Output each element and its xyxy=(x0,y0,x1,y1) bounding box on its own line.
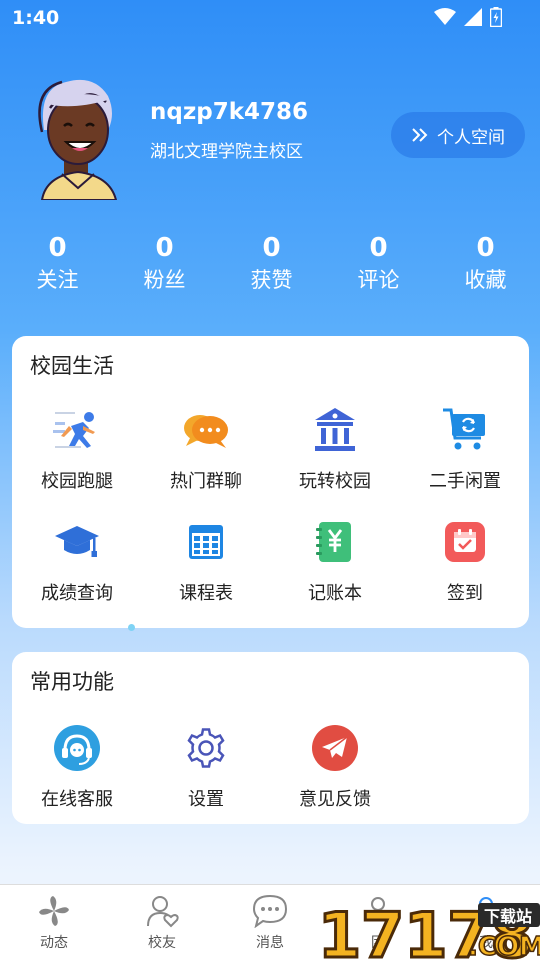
tab-messages[interactable]: 消息 xyxy=(230,893,310,952)
campus-life-title: 校园生活 xyxy=(30,354,114,378)
checkin-label: 签到 xyxy=(447,583,483,604)
stat-comments[interactable]: 0 评论 xyxy=(325,232,432,302)
common-functions-title: 常用功能 xyxy=(30,670,114,694)
site-watermark: 17178 下载站 .COM xyxy=(318,898,540,960)
shopping-cart-icon xyxy=(441,406,489,454)
timetable-item[interactable]: 课程表 xyxy=(141,518,271,605)
status-icons xyxy=(434,7,502,27)
pinwheel-icon xyxy=(14,893,94,929)
signal-icon xyxy=(464,8,482,26)
profile-header: nqzp7k4786 湖北文理学院主校区 个人空间 xyxy=(0,60,540,210)
tab-feed[interactable]: 动态 xyxy=(14,893,94,952)
stat-value: 0 xyxy=(369,233,388,263)
errand-item[interactable]: 校园跑腿 xyxy=(12,406,142,493)
explore-campus-item[interactable]: 玩转校园 xyxy=(270,406,400,493)
svg-text:下载站: 下载站 xyxy=(484,907,532,926)
stat-label: 收藏 xyxy=(464,268,507,292)
feedback-label: 意见反馈 xyxy=(299,789,371,810)
settings-item[interactable]: 设置 xyxy=(141,724,271,811)
hot-group-chat-item[interactable]: 热门群聊 xyxy=(141,406,271,493)
personal-space-button[interactable]: 个人空间 xyxy=(391,112,525,158)
stat-following[interactable]: 0 关注 xyxy=(4,232,111,302)
graduation-cap-icon xyxy=(53,518,101,566)
status-bar: 1:40 xyxy=(0,0,540,36)
calendar-grid-icon xyxy=(182,518,230,566)
errand-label: 校园跑腿 xyxy=(41,471,113,492)
tab-feed-label: 动态 xyxy=(40,935,68,951)
ledger-item[interactable]: 记账本 xyxy=(270,518,400,605)
ledger-label: 记账本 xyxy=(308,583,362,604)
stat-label: 关注 xyxy=(36,268,79,292)
status-time: 1:40 xyxy=(12,7,60,29)
online-service-item[interactable]: 在线客服 xyxy=(12,724,142,811)
stat-likes[interactable]: 0 获赞 xyxy=(218,232,325,302)
feedback-item[interactable]: 意见反馈 xyxy=(270,724,400,811)
battery-icon xyxy=(490,7,502,27)
campus-name: 湖北文理学院主校区 xyxy=(150,142,303,162)
second-hand-label: 二手闲置 xyxy=(429,471,501,492)
decorative-dot xyxy=(128,624,135,631)
running-man-icon xyxy=(53,406,101,454)
avatar[interactable] xyxy=(32,70,124,200)
stat-label: 评论 xyxy=(357,268,400,292)
online-service-label: 在线客服 xyxy=(41,789,113,810)
stat-label: 粉丝 xyxy=(143,268,186,292)
tab-alumni[interactable]: 校友 xyxy=(122,893,202,952)
double-chevron-right-icon xyxy=(412,128,428,142)
stat-label: 获赞 xyxy=(250,268,293,292)
hot-group-chat-label: 热门群聊 xyxy=(170,471,242,492)
headset-support-icon xyxy=(53,724,101,772)
grades-label: 成绩查询 xyxy=(41,583,113,604)
checkin-item[interactable]: 签到 xyxy=(400,518,530,605)
personal-space-label: 个人空间 xyxy=(437,127,505,148)
gear-icon xyxy=(182,724,230,772)
checkin-calendar-icon xyxy=(441,518,489,566)
stat-value: 0 xyxy=(48,233,67,263)
paper-plane-icon xyxy=(311,724,359,772)
stat-fans[interactable]: 0 粉丝 xyxy=(111,232,218,302)
tab-alumni-label: 校友 xyxy=(148,935,176,951)
username: nqzp7k4786 xyxy=(150,99,309,125)
common-functions-card: 常用功能 在线客服 设置 意见反馈 xyxy=(12,652,529,824)
timetable-label: 课程表 xyxy=(179,583,233,604)
campus-building-icon xyxy=(311,406,359,454)
tab-messages-label: 消息 xyxy=(256,935,284,951)
second-hand-item[interactable]: 二手闲置 xyxy=(400,406,530,493)
stat-value: 0 xyxy=(155,233,174,263)
stats-row: 0 关注 0 粉丝 0 获赞 0 评论 0 收藏 xyxy=(0,232,540,302)
stat-value: 0 xyxy=(476,233,495,263)
stat-favorites[interactable]: 0 收藏 xyxy=(432,232,539,302)
stat-value: 0 xyxy=(262,233,281,263)
svg-text:.COM: .COM xyxy=(468,932,540,960)
explore-campus-label: 玩转校园 xyxy=(299,471,371,492)
yuan-notebook-icon xyxy=(311,518,359,566)
campus-life-card: 校园生活 校园跑腿 热门群聊 玩转校园 二手闲置 成绩查询 课程表 记账本 签到 xyxy=(12,336,529,628)
chat-bubbles-icon xyxy=(182,406,230,454)
wifi-icon xyxy=(434,8,456,25)
grades-item[interactable]: 成绩查询 xyxy=(12,518,142,605)
user-heart-icon xyxy=(122,893,202,929)
message-bubble-icon xyxy=(230,893,310,929)
settings-label: 设置 xyxy=(188,789,224,810)
